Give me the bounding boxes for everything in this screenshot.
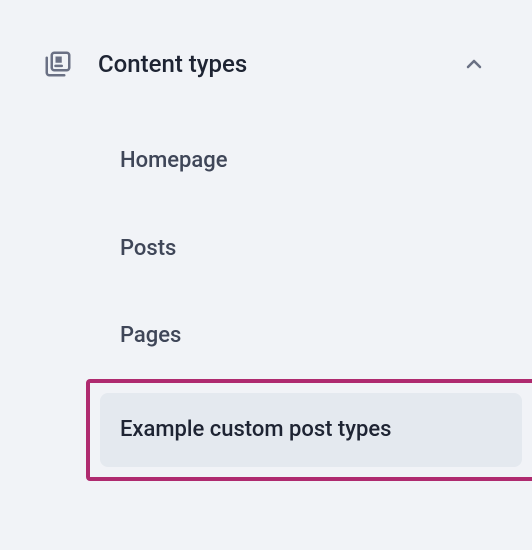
menu-title: Content types — [98, 50, 438, 78]
submenu-item-label: Pages — [120, 323, 181, 348]
submenu-item-label: Example custom post types — [120, 417, 392, 442]
content-types-icon — [42, 48, 74, 80]
submenu-item-label: Homepage — [120, 148, 228, 173]
menu-header-content-types[interactable]: Content types — [30, 40, 502, 88]
submenu-item-example-custom-post-types[interactable]: Example custom post types — [100, 393, 522, 467]
submenu: Homepage Posts Pages Example custom post… — [30, 88, 502, 481]
submenu-item-homepage[interactable]: Homepage — [100, 126, 502, 196]
submenu-item-pages[interactable]: Pages — [100, 301, 502, 371]
highlight-box: Example custom post types — [86, 379, 532, 481]
submenu-item-posts[interactable]: Posts — [100, 214, 502, 284]
submenu-item-label: Posts — [120, 236, 176, 261]
chevron-up-icon — [462, 52, 486, 76]
